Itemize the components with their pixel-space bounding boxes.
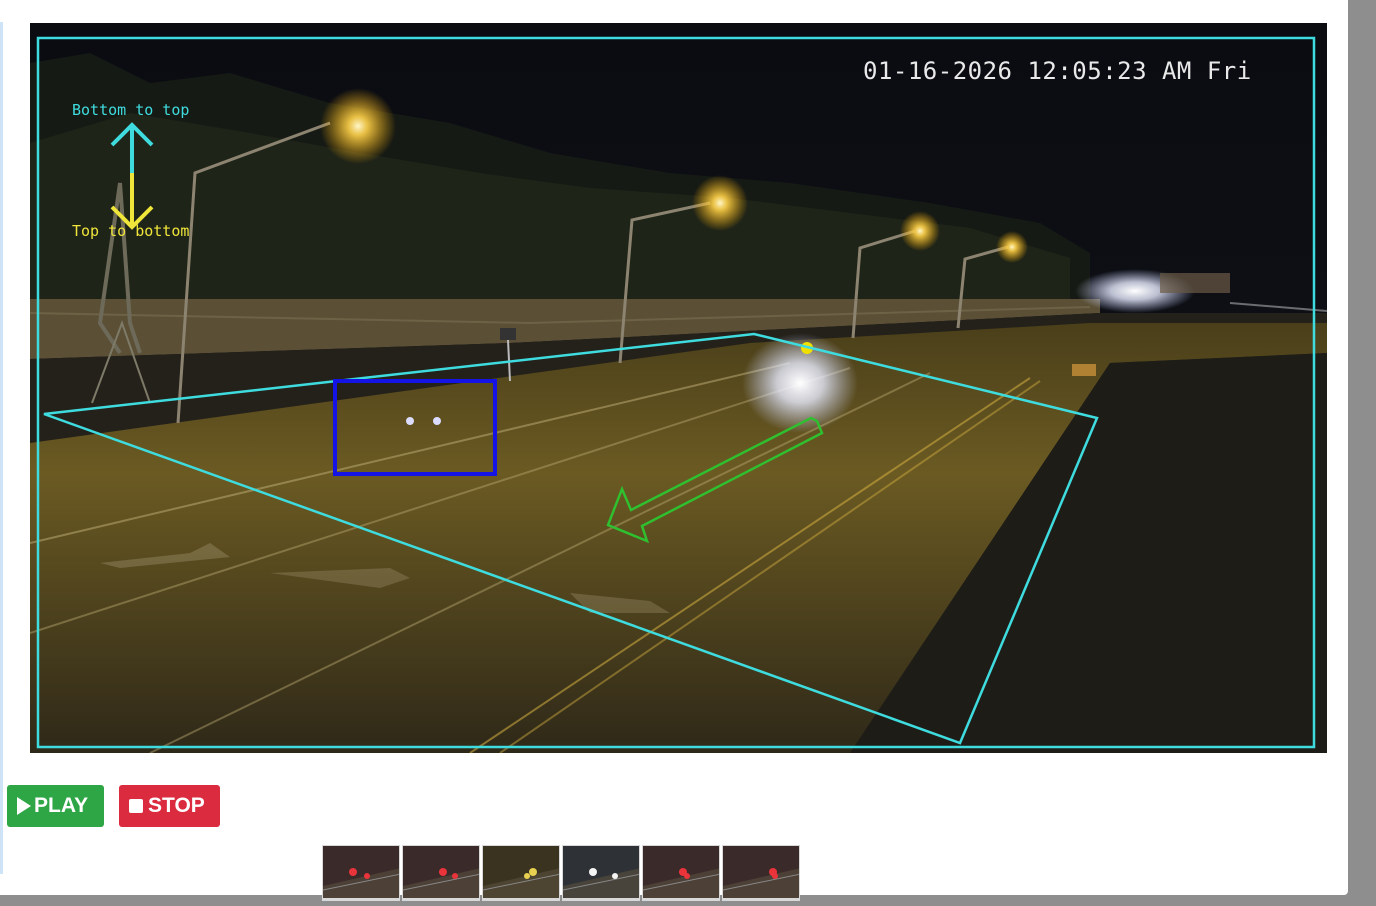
panel-left-border bbox=[0, 22, 3, 874]
thumbnail-4[interactable] bbox=[562, 845, 640, 901]
thumbnail-preview bbox=[563, 846, 639, 900]
thumbnail-6[interactable] bbox=[722, 845, 800, 901]
thumbnail-preview bbox=[483, 846, 559, 900]
thumbnail-preview bbox=[323, 846, 399, 900]
thumbnail-preview bbox=[403, 846, 479, 900]
thumbnail-2[interactable] bbox=[402, 845, 480, 901]
thumbnail-5[interactable] bbox=[642, 845, 720, 901]
content-panel: 01-16-2026 12:05:23 AM Fri Bottom to top… bbox=[0, 0, 1348, 901]
thumbnail-3[interactable] bbox=[482, 845, 560, 901]
thumbnail-strip bbox=[322, 845, 802, 901]
stop-icon bbox=[129, 799, 143, 813]
play-icon bbox=[17, 797, 31, 815]
thumbnail-preview bbox=[723, 846, 799, 900]
camera-feed: 01-16-2026 12:05:23 AM Fri Bottom to top… bbox=[30, 23, 1327, 753]
stop-button[interactable]: STOP bbox=[119, 785, 220, 827]
play-button-label: PLAY bbox=[34, 794, 89, 817]
stop-button-label: STOP bbox=[148, 794, 205, 817]
bottom-to-top-label: Bottom to top bbox=[72, 101, 190, 119]
top-to-bottom-label: Top to bottom bbox=[72, 222, 190, 240]
video-timestamp: 01-16-2026 12:05:23 AM Fri bbox=[863, 57, 1252, 85]
thumbnail-1[interactable] bbox=[322, 845, 400, 901]
play-button[interactable]: PLAY bbox=[7, 785, 104, 827]
camera-scene bbox=[30, 23, 1327, 753]
thumbnail-preview bbox=[643, 846, 719, 900]
